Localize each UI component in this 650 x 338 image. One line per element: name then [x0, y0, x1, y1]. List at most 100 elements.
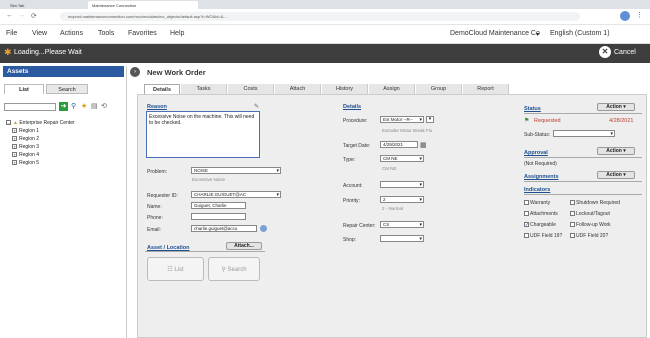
browser-tab[interactable]: Sim Tab — [6, 1, 28, 9]
checkbox-udf19[interactable]: UDF Field 19? — [524, 233, 562, 239]
menu-file[interactable]: File — [6, 30, 17, 37]
url-field[interactable]: mcprod.maintenanceconnection.com/mcv/mod… — [60, 12, 580, 21]
browser-tab-active[interactable]: Maintenance Connection — [88, 1, 198, 9]
account-label: Account: — [343, 183, 363, 189]
tab-tasks[interactable]: Tasks — [181, 84, 227, 94]
tab-list[interactable]: List — [4, 84, 44, 94]
priority-select[interactable]: 2 — [380, 196, 424, 203]
requester-id-select[interactable]: CHARLIE.GUIGUET@AC — [191, 191, 281, 198]
shop-select[interactable] — [380, 235, 424, 242]
menu-help[interactable]: Help — [170, 30, 184, 37]
menu-actions[interactable]: Actions — [60, 30, 83, 37]
asset-search-label: Search — [227, 267, 247, 273]
language-selector[interactable]: English (Custom 1) — [550, 30, 610, 37]
assignments-action-button[interactable]: Action ▾ — [597, 171, 635, 179]
tree-item-region-1[interactable]: + Region 1 — [12, 128, 39, 134]
problem-select[interactable]: NOISE — [191, 167, 281, 174]
menu-favorites[interactable]: Favorites — [128, 30, 157, 37]
type-select[interactable]: CM NE — [380, 155, 424, 162]
email-field[interactable]: charlie.guiguet@accu — [191, 225, 257, 232]
menu-view[interactable]: View — [32, 30, 47, 37]
tree-item-region-5[interactable]: + Region 5 — [12, 160, 39, 166]
checkbox-box[interactable] — [570, 233, 575, 239]
problem-label: Problem: — [147, 169, 168, 175]
checkbox-lockout[interactable]: Lockout/Tagout — [570, 211, 610, 217]
asset-search-input[interactable] — [4, 103, 56, 111]
checkbox-box[interactable] — [570, 200, 575, 206]
favorite-star-icon[interactable]: ★ — [81, 102, 87, 110]
checkbox-followup[interactable]: Follow-up Work — [570, 222, 611, 228]
checkbox-warranty[interactable]: Warranty — [524, 200, 550, 206]
tab-attach[interactable]: Attach — [275, 84, 321, 94]
tab-details[interactable]: Details — [144, 84, 180, 94]
asset-list-button[interactable]: ☷ List — [147, 257, 204, 281]
expand-icon[interactable]: + — [12, 152, 17, 158]
tab-report[interactable]: Report — [463, 84, 509, 94]
close-icon[interactable]: ✕ — [599, 46, 611, 58]
folder-icon[interactable]: ▤ — [91, 102, 98, 110]
tab-group[interactable]: Group — [416, 84, 462, 94]
filter-icon[interactable]: ⚲ — [71, 102, 76, 110]
checkbox-box[interactable] — [570, 222, 575, 228]
procedure-select[interactable]: Ext Motor --R-- — [380, 116, 424, 123]
checkbox-label: Chargeable — [530, 222, 556, 228]
procedure-lookup-button[interactable]: ▾ — [426, 116, 434, 123]
expand-icon[interactable]: + — [12, 160, 17, 166]
status-action-button[interactable]: Action ▾ — [597, 103, 635, 111]
tab-history[interactable]: History — [322, 84, 368, 94]
expand-icon[interactable]: + — [12, 144, 17, 150]
checkbox-udf20[interactable]: UDF Field 20? — [570, 233, 608, 239]
tab-assign[interactable]: Assign — [369, 84, 415, 94]
status-value: Requested — [534, 118, 561, 124]
tab-costs[interactable]: Costs — [228, 84, 274, 94]
asset-search-button[interactable]: ⚲ Search — [208, 257, 260, 281]
refresh-icon[interactable]: ⟲ — [101, 102, 107, 110]
back-icon[interactable]: ← — [6, 12, 13, 19]
approval-action-button[interactable]: Action ▾ — [597, 147, 635, 155]
checkbox-shutdown[interactable]: Shutdown Required — [570, 200, 620, 206]
go-arrow-icon[interactable]: ➜ — [59, 102, 68, 111]
menu-tools[interactable]: Tools — [98, 30, 114, 37]
email-icon[interactable] — [260, 225, 267, 232]
expand-icon[interactable]: + — [12, 128, 17, 134]
tree-item-region-3[interactable]: + Region 3 — [12, 144, 39, 150]
panel-divider[interactable] — [126, 66, 127, 338]
checkbox-chargeable[interactable]: ✓Chargeable — [524, 222, 556, 228]
name-field[interactable]: Guiguet, Charlie — [191, 202, 246, 209]
substatus-select[interactable] — [553, 130, 615, 137]
browser-menu-icon[interactable]: ⋮ — [636, 11, 643, 19]
collapse-icon[interactable]: – — [6, 120, 11, 126]
type-label: Type: — [343, 157, 356, 163]
tab-search[interactable]: Search — [46, 84, 88, 94]
collapse-panel-button[interactable]: › — [130, 67, 140, 77]
repair-center-select[interactable]: CS — [380, 221, 424, 228]
assets-header: Assets — [3, 66, 124, 77]
tree-item-region-2[interactable]: + Region 2 — [12, 136, 39, 142]
checkbox-box[interactable] — [570, 211, 575, 217]
divider — [145, 251, 265, 252]
checkbox-box[interactable] — [524, 211, 529, 217]
tree-item-region-4[interactable]: + Region 4 — [12, 152, 39, 158]
profile-avatar[interactable] — [620, 11, 630, 21]
list-icon: ☷ — [167, 267, 173, 273]
checkbox-box[interactable] — [524, 233, 529, 239]
cancel-button[interactable]: Cancel — [614, 49, 636, 56]
target-date-field[interactable]: 4/29/2021 — [380, 141, 418, 148]
target-date-label: Target Date: — [343, 143, 371, 149]
phone-field[interactable] — [191, 213, 246, 220]
checkbox-attachments[interactable]: Attachments — [524, 211, 558, 217]
checkbox-box[interactable] — [524, 200, 529, 206]
attach-button[interactable]: Attach... — [226, 242, 262, 250]
account-select[interactable] — [380, 181, 424, 188]
spellcheck-icon[interactable]: ✎ — [254, 103, 259, 110]
tree-root[interactable]: – ▲ Enterprise Repair Center — [6, 120, 75, 126]
calendar-icon[interactable]: ▦ — [420, 141, 427, 149]
expand-icon[interactable]: + — [12, 136, 17, 142]
shop-label: Shop: — [343, 237, 357, 243]
checkmark-icon[interactable]: ✓ — [524, 222, 529, 228]
chevron-down-icon[interactable]: ▾ — [536, 31, 539, 38]
account-selector[interactable]: DemoCloud Maintenance Co — [450, 30, 540, 37]
forward-icon[interactable]: → — [18, 12, 25, 19]
reload-icon[interactable]: ⟳ — [31, 12, 37, 20]
reason-textarea[interactable]: Excessive Noise on the machine. This wil… — [146, 111, 260, 158]
